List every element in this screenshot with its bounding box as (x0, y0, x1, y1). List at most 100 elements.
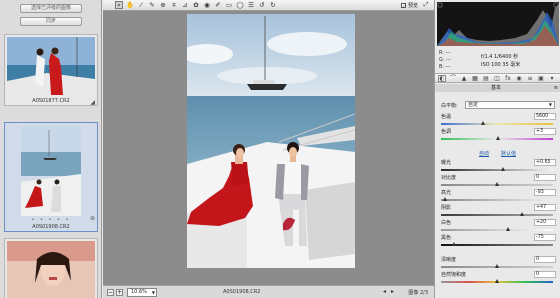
thumbnail-image (21, 126, 81, 216)
tint-value[interactable]: +3 (534, 128, 556, 135)
current-filename: A0S01908.CR2 (223, 289, 261, 295)
tint-slider[interactable] (441, 136, 553, 140)
exposure-value[interactable]: +0.65 (534, 159, 556, 166)
slider-thumb-icon[interactable] (501, 167, 506, 171)
tab-lens-icon[interactable]: ◫ (493, 75, 501, 82)
white-balance-value: 自定 (468, 102, 479, 108)
camera-info: R: --- G: --- B: --- f/1.4 1/6400 秒 ISO … (437, 48, 559, 72)
filmstrip-thumbnail[interactable]: A0S01877.CR2 ◢ (4, 34, 98, 106)
zoom-out-button[interactable]: − (107, 289, 114, 296)
white-balance-select[interactable]: 自定 ▼ (465, 101, 555, 109)
tab-presets-icon[interactable]: ≡ (526, 75, 534, 82)
tool-bar: ⌕ ✋ ⁄ ✎ ⊕ ⌗ ⊿ ✿ ◉ ✐ ▭ ◯ ☰ ↺ ↻ ✓ 预览 ⤢ (103, 0, 434, 11)
temperature-value[interactable]: 5600 (534, 113, 556, 120)
clarity-slider[interactable] (441, 264, 553, 268)
slider-thumb-icon[interactable] (481, 121, 486, 125)
thumbnail-image (7, 37, 95, 97)
filmstrip-panel: 选择已评级的图像 同步 A0S01877.CR2 ◢ • • • • • A0S… (0, 0, 102, 298)
shadows-slider[interactable] (441, 212, 553, 216)
select-rated-button[interactable]: 选择已评级的图像 (20, 4, 82, 13)
rgb-value-r: --- (445, 51, 451, 56)
graduated-filter-tool-icon[interactable]: ▭ (225, 1, 233, 9)
vibrance-slider[interactable] (441, 279, 553, 283)
contrast-label: 对比度 (441, 175, 457, 181)
spot-removal-tool-icon[interactable]: ✿ (192, 1, 200, 9)
contrast-slider[interactable] (441, 182, 553, 186)
radial-filter-tool-icon[interactable]: ◯ (236, 1, 244, 9)
preferences-icon[interactable]: ☰ (247, 1, 255, 9)
checkbox-icon[interactable]: ✓ (401, 3, 407, 8)
exposure-label: 曝光 (441, 160, 452, 166)
straighten-tool-icon[interactable]: ⊿ (181, 1, 189, 9)
slider-thumb-icon[interactable] (494, 264, 499, 268)
whites-slider[interactable] (441, 227, 553, 231)
adjustment-brush-tool-icon[interactable]: ✐ (214, 1, 222, 9)
tab-camera-calibration-icon[interactable]: ◉ (515, 75, 523, 82)
tab-tone-curve-icon[interactable]: ⌒ (449, 75, 457, 82)
zoom-level-value: 10.6% (131, 289, 147, 295)
filmstrip-thumbnail[interactable] (4, 238, 98, 298)
tab-snapshots-icon[interactable]: ▣ (537, 75, 545, 82)
blacks-value[interactable]: -75 (534, 234, 556, 241)
slider-thumb-icon[interactable] (505, 227, 510, 231)
whites-label: 白色 (441, 220, 452, 226)
section-header: 基本 ≡ (435, 84, 560, 92)
zoom-in-button[interactable]: + (116, 289, 123, 296)
slider-thumb-icon[interactable] (520, 212, 525, 216)
slider-thumb-icon[interactable] (494, 182, 499, 186)
clarity-label: 清晰度 (441, 257, 457, 263)
exposure-slider[interactable] (441, 167, 553, 171)
zoom-tool-icon[interactable]: ⌕ (115, 1, 123, 9)
section-menu-icon[interactable]: ≡ (554, 84, 558, 92)
tab-detail-icon[interactable]: ▲ (460, 75, 468, 82)
white-balance-tool-icon[interactable]: ⁄ (137, 1, 145, 9)
tab-effects-icon[interactable]: fx (504, 75, 512, 82)
slider-thumb-icon[interactable] (494, 279, 499, 283)
targeted-adjustment-tool-icon[interactable]: ⊕ (159, 1, 167, 9)
tab-split-toning-icon[interactable]: ▤ (482, 75, 490, 82)
hand-tool-icon[interactable]: ✋ (126, 1, 134, 9)
chevron-down-icon: ▼ (151, 290, 155, 295)
panel-menu-icon[interactable]: ▾ (548, 75, 556, 82)
red-eye-tool-icon[interactable]: ◉ (203, 1, 211, 9)
fullscreen-icon[interactable]: ⤢ (422, 1, 430, 9)
rotate-cw-icon[interactable]: ↻ (269, 1, 277, 9)
panel-tabs: ◐ ⌒ ▲ ▦ ▤ ◫ fx ◉ ≡ ▣ ▾ (435, 73, 560, 83)
rating-stars[interactable]: • • • • • (5, 217, 97, 223)
slider-thumb-icon[interactable] (495, 136, 500, 140)
previous-image-icon[interactable]: ◂ (383, 288, 386, 295)
tab-hsl-icon[interactable]: ▦ (471, 75, 479, 82)
edited-badge-icon: ◢ (90, 99, 95, 106)
chevron-down-icon: ▼ (548, 102, 552, 107)
preview-label: 预览 (407, 3, 418, 9)
exif-aperture-shutter: f/1.4 1/6400 秒 (481, 54, 519, 60)
rgb-label-b: B: (439, 65, 444, 70)
vibrance-value[interactable]: 0 (534, 271, 556, 278)
tab-basic-icon[interactable]: ◐ (438, 75, 446, 82)
next-image-icon[interactable]: ▸ (391, 288, 394, 295)
color-sampler-tool-icon[interactable]: ✎ (148, 1, 156, 9)
highlights-slider[interactable] (441, 197, 553, 201)
rotate-ccw-icon[interactable]: ↺ (258, 1, 266, 9)
image-canvas: ⌕ ✋ ⁄ ✎ ⊕ ⌗ ⊿ ✿ ◉ ✐ ▭ ◯ ☰ ↺ ↻ ✓ 预览 ⤢ − +… (103, 0, 434, 298)
slider-thumb-icon[interactable] (442, 197, 447, 201)
rgb-label-g: G: (439, 58, 445, 63)
blacks-slider[interactable] (441, 242, 553, 246)
sync-button[interactable]: 同步 (20, 17, 82, 26)
slider-thumb-icon[interactable] (451, 242, 456, 246)
rgb-label-r: R: (439, 51, 444, 56)
highlights-value[interactable]: -93 (534, 189, 556, 196)
preview-checkbox[interactable]: ✓ 预览 (401, 2, 418, 9)
zoom-level-select[interactable]: 10.6% ▼ (127, 288, 157, 297)
clarity-value[interactable]: 0 (534, 256, 556, 263)
auto-tone-link[interactable]: 自动 (479, 150, 489, 157)
thumbnail-image (7, 241, 95, 298)
default-tone-link[interactable]: 默认值 (501, 150, 516, 157)
filmstrip-thumbnail[interactable]: • • • • • A0S01908.CR2 ⊛ (4, 122, 98, 232)
temperature-slider[interactable] (441, 121, 553, 125)
shadows-value[interactable]: +47 (534, 204, 556, 211)
adjustments-panel: R: --- G: --- B: --- f/1.4 1/6400 秒 ISO … (434, 0, 560, 298)
whites-value[interactable]: +20 (534, 219, 556, 226)
crop-tool-icon[interactable]: ⌗ (170, 1, 178, 9)
contrast-value[interactable]: 0 (534, 174, 556, 181)
